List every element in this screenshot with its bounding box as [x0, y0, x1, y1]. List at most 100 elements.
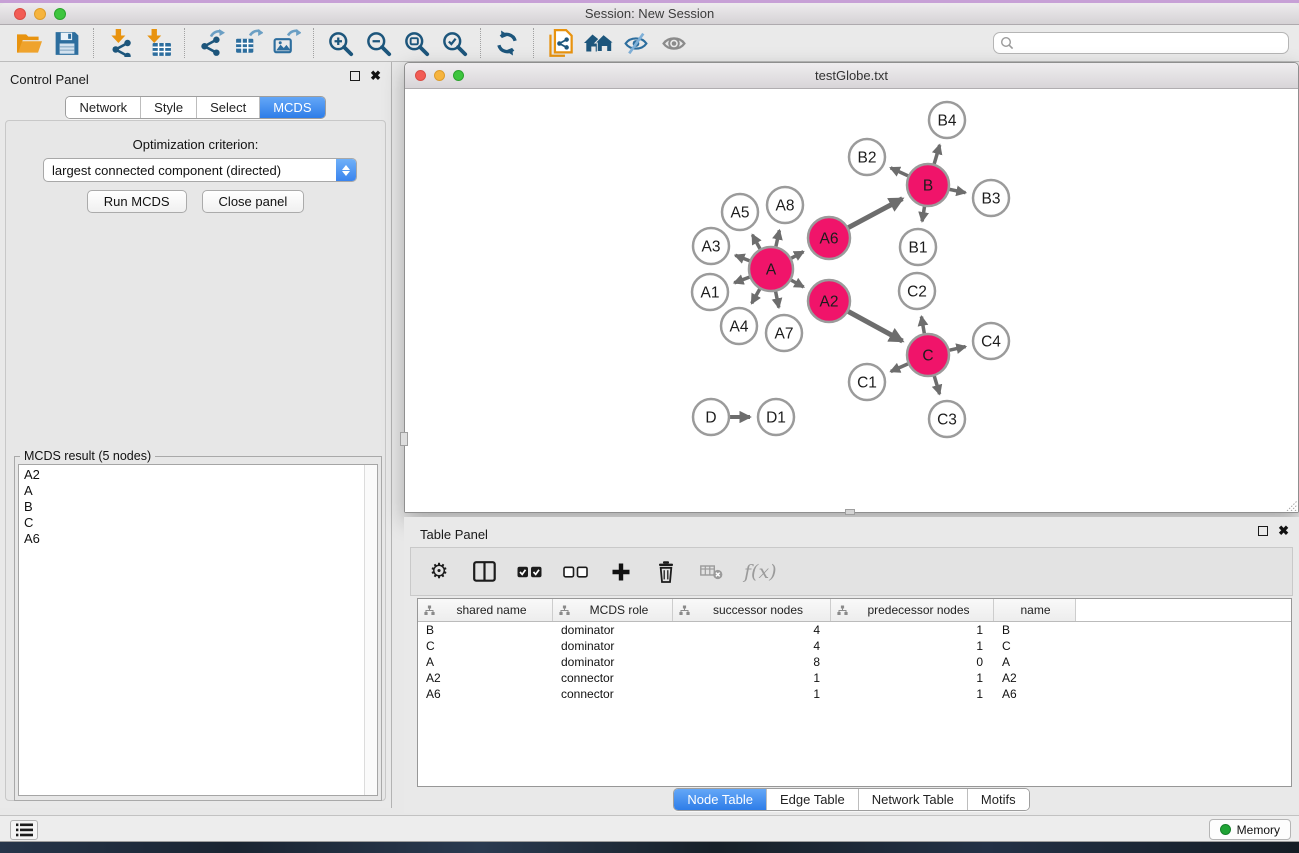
node-A3[interactable]: A3 [693, 228, 729, 264]
node-B[interactable]: B [907, 164, 949, 206]
network-canvas[interactable]: B4 B2 B B3 A8A5 A6 A3 B1 A A1 C2 A2 A4A7 C4 C C1 C3 D D1 [405, 89, 1298, 512]
node-A8[interactable]: A8 [767, 187, 803, 223]
export-image-button[interactable] [268, 27, 306, 60]
zoom-in-button[interactable] [321, 27, 359, 60]
mcds-result-item[interactable]: A2 [19, 467, 377, 483]
edge-C-C3[interactable] [934, 376, 939, 394]
memory-button[interactable]: Memory [1209, 819, 1291, 840]
select-all-button[interactable] [517, 566, 542, 578]
open-session-button[interactable] [10, 27, 48, 60]
run-mcds-button[interactable]: Run MCDS [87, 190, 187, 213]
column-header-mcds-role[interactable]: MCDS role [553, 599, 673, 621]
edge-A-A4[interactable] [752, 289, 760, 303]
tab-select[interactable]: Select [196, 97, 259, 118]
add-column-button[interactable] [609, 562, 633, 582]
node-A7[interactable]: A7 [766, 315, 802, 351]
delete-table-button[interactable] [699, 563, 723, 580]
zoom-out-button[interactable] [359, 27, 397, 60]
edge-A-A1[interactable] [734, 277, 749, 283]
mcds-result-item[interactable]: A6 [19, 531, 377, 547]
node-A5[interactable]: A5 [722, 194, 758, 230]
node-A[interactable]: A [749, 247, 793, 291]
deselect-all-button[interactable] [563, 566, 588, 578]
show-all-button[interactable] [655, 27, 693, 60]
close-panel-icon[interactable]: ✖ [370, 71, 381, 81]
table-row[interactable]: Bdominator41B [418, 622, 1291, 638]
save-session-button[interactable] [48, 27, 86, 60]
tab-motifs[interactable]: Motifs [967, 789, 1029, 810]
edge-A-A6[interactable] [791, 252, 803, 259]
table-row[interactable]: A2connector11A2 [418, 670, 1291, 686]
table-settings-button[interactable]: ⚙ [427, 562, 451, 582]
hide-selected-button[interactable] [617, 27, 655, 60]
node-A1[interactable]: A1 [692, 274, 728, 310]
tab-network-table[interactable]: Network Table [858, 789, 967, 810]
tab-node-table[interactable]: Node Table [674, 789, 766, 810]
zoom-fit-button[interactable] [397, 27, 435, 60]
node-D1[interactable]: D1 [758, 399, 794, 435]
node-C1[interactable]: C1 [849, 364, 885, 400]
import-network-button[interactable] [101, 27, 139, 60]
home-view-button[interactable] [579, 27, 617, 60]
edge-A-A2[interactable] [791, 280, 804, 287]
close-table-panel-icon[interactable]: ✖ [1278, 526, 1289, 536]
float-panel-icon[interactable] [350, 71, 360, 81]
table-row[interactable]: Cdominator41C [418, 638, 1291, 654]
function-builder-button[interactable]: f(x) [744, 561, 777, 583]
column-header-name[interactable]: name [994, 599, 1076, 621]
edge-C-C2[interactable] [921, 317, 924, 334]
column-header-successor-nodes[interactable]: successor nodes [673, 599, 831, 621]
edge-A-A3[interactable] [735, 255, 749, 260]
node-A4[interactable]: A4 [721, 308, 757, 344]
tab-network[interactable]: Network [66, 97, 140, 118]
tab-edge-table[interactable]: Edge Table [766, 789, 858, 810]
edge-A-A8[interactable] [776, 230, 780, 246]
node-C[interactable]: C [907, 334, 949, 376]
node-A6[interactable]: A6 [808, 217, 850, 259]
node-B1[interactable]: B1 [900, 229, 936, 265]
edge-A-A7[interactable] [776, 292, 779, 308]
mcds-result-item[interactable]: B [19, 499, 377, 515]
tab-style[interactable]: Style [140, 97, 196, 118]
search-input[interactable] [993, 32, 1289, 54]
import-table-button[interactable] [139, 27, 177, 60]
node-B2[interactable]: B2 [849, 139, 885, 175]
network-window-titlebar[interactable]: testGlobe.txt [405, 63, 1298, 89]
horizontal-scrollbar-thumb[interactable] [845, 509, 855, 515]
result-list-scrollbar[interactable] [364, 465, 377, 795]
edge-B-B1[interactable] [922, 207, 924, 222]
node-A2[interactable]: A2 [808, 280, 850, 322]
split-panel-button[interactable] [472, 561, 496, 582]
new-network-from-file-button[interactable] [541, 27, 579, 60]
column-header-predecessor-nodes[interactable]: predecessor nodes [831, 599, 994, 621]
delete-column-button[interactable] [654, 561, 678, 583]
zoom-selected-button[interactable] [435, 27, 473, 60]
criterion-dropdown[interactable]: largest connected component (directed) [43, 158, 357, 182]
column-header-shared-name[interactable]: shared name [418, 599, 553, 621]
export-table-button[interactable] [230, 27, 268, 60]
edge-A-A5[interactable] [752, 235, 760, 249]
table-row[interactable]: Adominator80A [418, 654, 1291, 670]
edge-B-B3[interactable] [950, 189, 966, 192]
edge-C-C1[interactable] [891, 364, 908, 372]
node-C2[interactable]: C2 [899, 273, 935, 309]
edge-B-B4[interactable] [934, 145, 940, 164]
mcds-result-item[interactable]: A [19, 483, 377, 499]
node-D[interactable]: D [693, 399, 729, 435]
edge-A2-C[interactable] [848, 312, 902, 342]
mcds-result-item[interactable]: C [19, 515, 377, 531]
node-C3[interactable]: C3 [929, 401, 965, 437]
table-row[interactable]: A6connector11A6 [418, 686, 1291, 702]
edge-A6-B[interactable] [848, 199, 902, 228]
node-C4[interactable]: C4 [973, 323, 1009, 359]
vertical-scrollbar-thumb[interactable] [400, 432, 408, 446]
node-B4[interactable]: B4 [929, 102, 965, 138]
edge-B-B2[interactable] [891, 168, 908, 176]
export-network-button[interactable] [192, 27, 230, 60]
refresh-layout-button[interactable] [488, 27, 526, 60]
resize-grip-icon[interactable] [1284, 498, 1297, 511]
node-B3[interactable]: B3 [973, 180, 1009, 216]
float-table-panel-icon[interactable] [1258, 526, 1268, 536]
task-history-button[interactable] [10, 820, 38, 840]
tab-mcds[interactable]: MCDS [259, 97, 324, 118]
